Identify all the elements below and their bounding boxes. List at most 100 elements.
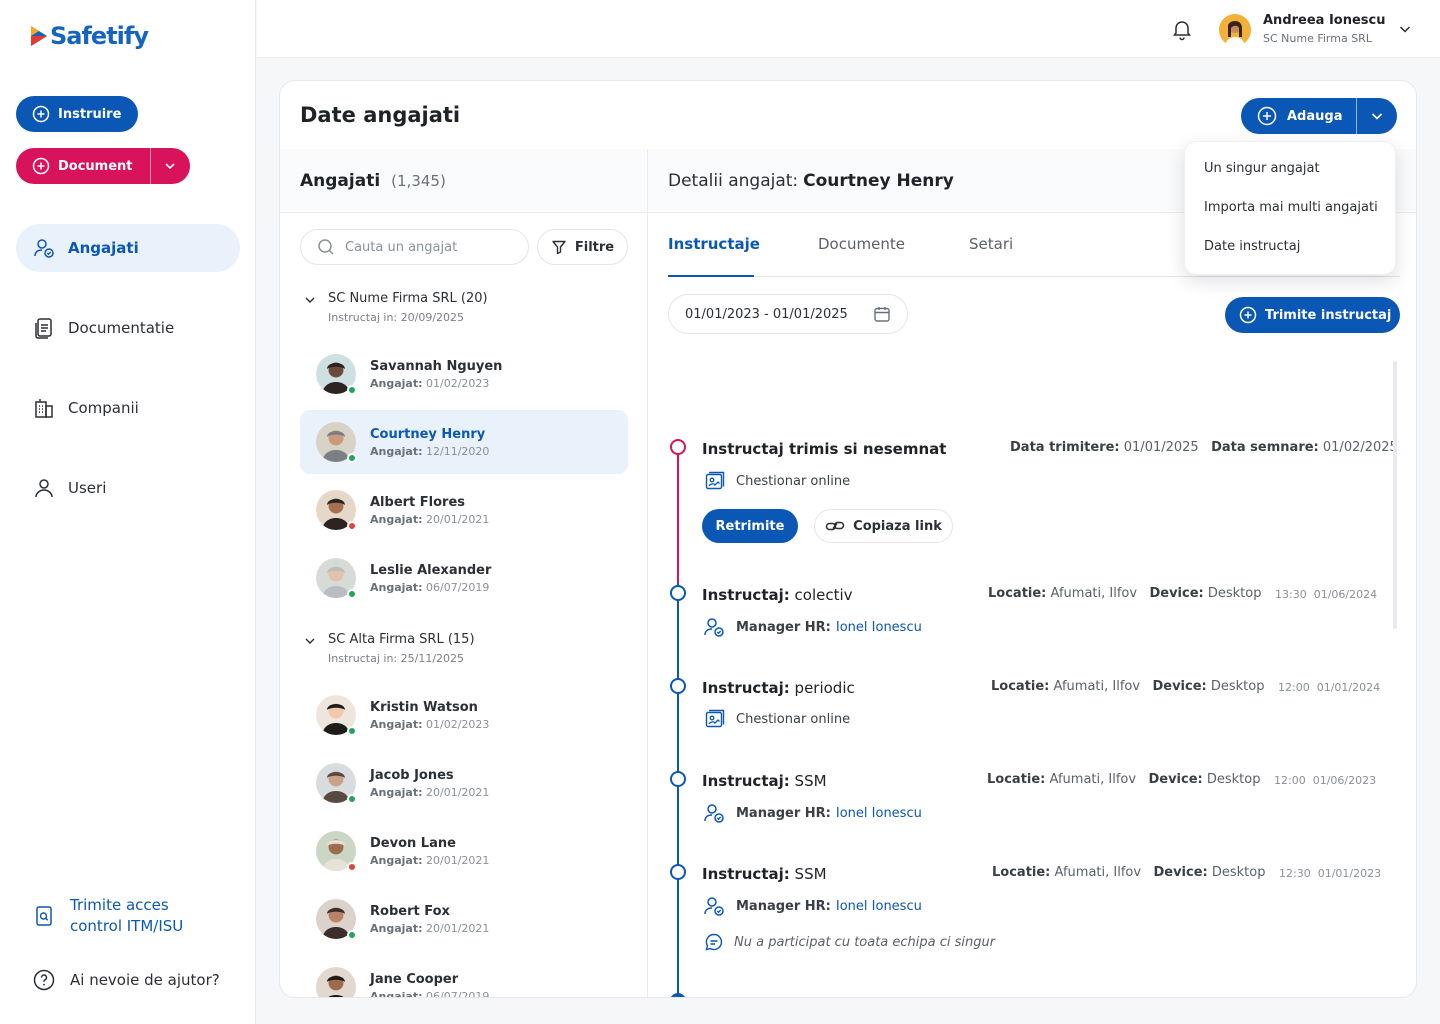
send-instructaj-button[interactable]: Trimite instructaj: [1225, 297, 1400, 333]
location-value: Afumati, Ilfov: [1050, 586, 1138, 601]
employee-avatar: [316, 899, 357, 940]
nav-label: Useri: [68, 479, 107, 497]
divider: [1356, 98, 1357, 134]
status-dot: [347, 521, 357, 531]
hire-date: 06/07/2019: [426, 580, 490, 594]
search-input[interactable]: Cauta un angajat: [300, 229, 529, 265]
employee-name: Leslie Alexander: [370, 562, 492, 578]
employee-row[interactable]: Courtney Henry Angajat: 12/11/2020: [300, 410, 628, 474]
tab-instructaje[interactable]: Instructaje: [668, 235, 760, 277]
status-dot: [347, 726, 357, 736]
event-note-text: Nu a participat cu toata echipa ci singu…: [734, 934, 996, 950]
manager-link[interactable]: Ionel Ionescu: [836, 806, 922, 821]
user-info[interactable]: Andreea Ionescu SC Nume Firma SRL: [1263, 13, 1386, 45]
device-label: Device:: [1149, 586, 1204, 601]
menu-item-import-employees[interactable]: Importa mai multi angajati: [1204, 200, 1378, 215]
hire-date: 20/01/2021: [426, 921, 490, 935]
event-timestamp: 10:50 01/01/2023: [1278, 996, 1380, 997]
employee-row[interactable]: Kristin Watson Angajat: 01/02/2023: [300, 683, 628, 747]
hire-label: Angajat:: [370, 717, 423, 731]
event-date: 01/01/2023: [1317, 996, 1380, 997]
event-title-value: periodic: [794, 679, 855, 697]
chevron-down-icon[interactable]: [1369, 108, 1385, 124]
event-title-label: Instructaj:: [702, 772, 790, 790]
employee-row[interactable]: Jacob Jones Angajat: 20/01/2021: [300, 751, 628, 815]
resend-button[interactable]: Retrimite: [702, 509, 798, 543]
employee-name: Courtney Henry: [370, 426, 486, 442]
employee-row[interactable]: Jane Cooper Angajat: 06/07/2019: [300, 955, 628, 997]
top-bar: Andreea Ionescu SC Nume Firma SRL: [257, 0, 1440, 58]
location-value: Afumati, Ilfov: [1054, 865, 1142, 880]
tab-documente[interactable]: Documente: [818, 235, 905, 277]
copy-link-button[interactable]: Copiaza link: [814, 509, 953, 543]
user-company: SC Nume Firma SRL: [1263, 32, 1372, 45]
employee-row[interactable]: Devon Lane Angajat: 20/01/2021: [300, 819, 628, 883]
menu-item-instructaj-data[interactable]: Date instructaj: [1204, 239, 1300, 254]
event-meta: Locatie: Afumati, Ilfov Device: Desktop: [992, 865, 1266, 880]
timeline-line: [677, 445, 679, 583]
employee-row[interactable]: Robert Fox Angajat: 20/01/2021: [300, 887, 628, 951]
status-dot: [347, 930, 357, 940]
chevron-down-icon[interactable]: [1397, 21, 1413, 37]
nav-label: Companii: [68, 399, 139, 417]
employee-row[interactable]: Leslie Alexander Angajat: 06/07/2019: [300, 546, 628, 610]
document-label: Document: [58, 158, 133, 174]
event-manager: Manager HR: Ionel Ionescu: [702, 894, 922, 918]
employee-detail-panel: Detalii angajat: Courtney Henry Instruct…: [648, 149, 1416, 997]
app-logo[interactable]: Safetify: [30, 22, 149, 50]
status-dot: [347, 385, 357, 395]
hire-date: 20/01/2021: [426, 512, 490, 526]
itm-link-line2: control ITM/ISU: [70, 917, 184, 935]
nav-item-useri[interactable]: Useri: [16, 464, 240, 512]
event-note: Nu a participat cu toata echipa ci singu…: [704, 932, 995, 952]
status-dot: [347, 589, 357, 599]
sidebar: Safetify Instruire Document Angajati Doc…: [0, 0, 256, 1024]
scrollbar[interactable]: [1393, 361, 1397, 629]
calendar-icon: [874, 307, 890, 322]
event-title-value: colectiv: [794, 586, 853, 604]
status-dot: [347, 862, 357, 872]
event-time: 12:30: [1279, 867, 1311, 880]
itm-access-link[interactable]: Trimite acces control ITM/ISU: [32, 895, 183, 937]
location-label: Locatie:: [992, 865, 1051, 880]
event-title-value: SSM: [794, 865, 827, 883]
hire-label: Angajat:: [370, 921, 423, 935]
employee-avatar: [316, 422, 357, 463]
date-range-picker[interactable]: 01/01/2023 - 01/01/2025: [668, 294, 908, 334]
employee-row[interactable]: Savannah Nguyen Angajat: 01/02/2023: [300, 342, 628, 406]
employee-name: Albert Flores: [370, 494, 466, 510]
user-check-icon: [704, 804, 724, 823]
sent-label: Data trimitere:: [1010, 440, 1120, 455]
adauga-button[interactable]: Adauga: [1241, 98, 1397, 134]
filter-button[interactable]: Filtre: [537, 229, 628, 265]
event-time: 10:50: [1278, 996, 1310, 997]
company-name: SC Nume Firma SRL (20): [328, 291, 488, 306]
manager-link[interactable]: Ionel Ionescu: [836, 620, 922, 635]
nav-item-angajati[interactable]: Angajati: [16, 224, 240, 272]
menu-item-single-employee[interactable]: Un singur angajat: [1204, 161, 1320, 176]
employee-avatar: [316, 763, 357, 804]
help-label: Ai nevoie de ajutor?: [70, 971, 220, 989]
event-time: 13:30: [1275, 588, 1307, 601]
chevron-down-icon[interactable]: [162, 158, 178, 174]
employee-name: Savannah Nguyen: [370, 358, 503, 374]
tab-setari[interactable]: Setari: [969, 235, 1013, 277]
instruire-button[interactable]: Instruire: [16, 96, 138, 132]
nav-item-documentatie[interactable]: Documentatie: [16, 304, 240, 352]
hire-label: Angajat:: [370, 444, 423, 458]
company-group-toggle[interactable]: SC Alta Firma SRL (15) Instructaj in: 25…: [304, 632, 475, 665]
hire-date: 20/01/2021: [426, 853, 490, 867]
employee-name: Jacob Jones: [370, 767, 454, 783]
bell-icon[interactable]: [1170, 17, 1194, 41]
event-time: 12:00: [1274, 774, 1306, 787]
nav-item-companii[interactable]: Companii: [16, 384, 240, 432]
user-avatar[interactable]: [1219, 14, 1251, 46]
event-subtitle-text: Chestionar online: [736, 473, 851, 489]
help-link[interactable]: Ai nevoie de ajutor?: [32, 968, 220, 992]
company-group-toggle[interactable]: SC Nume Firma SRL (20) Instructaj in: 20…: [304, 291, 488, 324]
document-button[interactable]: Document: [16, 148, 190, 184]
filter-label: Filtre: [574, 239, 615, 255]
manager-link[interactable]: Ionel Ionescu: [836, 899, 922, 914]
employees-count: (1,345): [391, 171, 446, 190]
employee-row[interactable]: Albert Flores Angajat: 20/01/2021: [300, 478, 628, 542]
